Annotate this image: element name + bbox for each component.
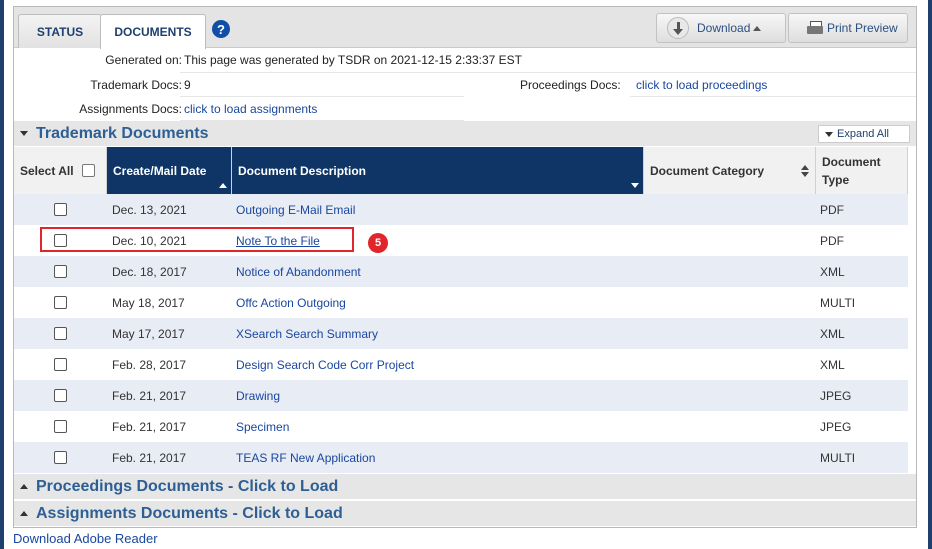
type-column-header[interactable]: Document Type [816,147,908,194]
row-description-link[interactable]: Offc Action Outgoing [236,287,346,318]
expand-section-icon [20,511,28,516]
expand-icon [825,131,833,137]
load-proceedings-link[interactable]: click to load proceedings [636,78,767,92]
table-row: Feb. 21, 2017 TEAS RF New Application MU… [14,442,908,473]
page-frame: STATUS DOCUMENTS ? Download Print Previe… [0,0,932,549]
row-description-link[interactable]: Outgoing E-Mail Email [236,194,355,225]
proceedings-documents-title: Proceedings Documents - Click to Load [36,477,339,495]
row-checkbox[interactable] [54,389,67,402]
row-checkbox[interactable] [54,296,67,309]
table-row: May 18, 2017 Offc Action Outgoing MULTI [14,287,908,318]
assignments-documents-header[interactable]: Assignments Documents - Click to Load [14,501,916,526]
printer-icon [807,21,823,35]
expand-section-icon [20,484,28,489]
type-header-label: Document Type [822,154,881,187]
row-type: PDF [820,202,844,217]
row-checkbox[interactable] [54,451,67,464]
trademark-documents-title: Trademark Documents [36,124,209,142]
sort-descending-icon [631,183,639,188]
row-type: JPEG [820,388,852,403]
row-date: Feb. 28, 2017 [112,357,187,372]
print-preview-label: Print Preview [827,21,898,35]
description-header-label: Document Description [238,163,367,178]
highlight-box [40,227,354,252]
row-description-link[interactable]: Design Search Code Corr Project [236,349,414,380]
row-type: XML [820,357,845,372]
row-date: Feb. 21, 2017 [112,419,187,434]
row-type: MULTI [820,450,856,465]
tab-documents[interactable]: DOCUMENTS [100,14,206,49]
generated-row: Generated on: This page was generated by… [14,49,916,73]
assignments-docs-label: Assignments Docs: [79,102,182,116]
row-type: JPEG [820,419,852,434]
step-badge: 5 [368,233,388,253]
row-description-link[interactable]: Specimen [236,411,289,442]
download-button[interactable]: Download [656,13,786,43]
table-row: Dec. 13, 2021 Outgoing E-Mail Email PDF [14,194,908,225]
collapse-icon [20,131,28,136]
row-checkbox[interactable] [54,358,67,371]
documents-panel: STATUS DOCUMENTS ? Download Print Previe… [13,6,917,528]
left-border [0,0,4,549]
row-date: Dec. 18, 2017 [112,264,187,279]
select-all-checkbox[interactable] [81,164,95,177]
download-icon [667,17,689,39]
tab-bar: STATUS DOCUMENTS ? Download Print Previe… [14,7,916,49]
row-checkbox[interactable] [54,265,67,278]
row-type: PDF [820,233,844,248]
row-type: XML [820,264,845,279]
row-date: Dec. 13, 2021 [112,202,187,217]
right-border [928,0,932,549]
generated-label: Generated on: [105,53,182,67]
download-label: Download [697,21,751,35]
print-preview-button[interactable]: Print Preview [788,13,908,43]
download-adobe-reader-link[interactable]: Download Adobe Reader [13,531,158,546]
row-description-link[interactable]: Notice of Abandonment [236,256,361,287]
description-column-header[interactable]: Document Description [232,147,644,194]
trademark-docs-value: 9 [184,78,191,92]
row-description-link[interactable]: XSearch Search Summary [236,318,378,349]
table-row: Feb. 28, 2017 Design Search Code Corr Pr… [14,349,908,380]
assignments-documents-title: Assignments Documents - Click to Load [36,504,343,522]
select-all-label: Select All [20,163,74,178]
table-row: Dec. 18, 2017 Notice of Abandonment XML [14,256,908,287]
expand-all-button[interactable]: Expand All [818,125,910,143]
row-date: May 17, 2017 [112,326,185,341]
generated-value: This page was generated by TSDR on 2021-… [184,53,522,67]
table-row: Feb. 21, 2017 Drawing JPEG [14,380,908,411]
row-type: MULTI [820,295,856,310]
date-header-label: Create/Mail Date [113,163,207,178]
category-column-header[interactable]: Document Category [644,147,816,194]
trademark-documents-header[interactable]: Trademark Documents Expand All [14,121,916,146]
row-description-link[interactable]: TEAS RF New Application [236,442,375,473]
table-row: May 17, 2017 XSearch Search Summary XML [14,318,908,349]
select-all-header: Select All [14,147,107,194]
help-icon[interactable]: ? [212,20,230,38]
caret-up-icon [753,25,762,31]
assignments-row: Assignments Docs: click to load assignme… [14,97,916,121]
load-assignments-link[interactable]: click to load assignments [184,102,317,116]
docs-count-row: Trademark Docs: 9 Proceedings Docs: clic… [14,73,916,97]
sort-ascending-icon [219,183,227,188]
row-checkbox[interactable] [54,420,67,433]
row-date: Feb. 21, 2017 [112,388,187,403]
trademark-docs-label: Trademark Docs: [90,78,182,92]
sort-icon [801,165,809,177]
row-date: May 18, 2017 [112,295,185,310]
category-header-label: Document Category [650,163,765,178]
row-checkbox[interactable] [54,203,67,216]
tab-status[interactable]: STATUS [18,14,102,48]
row-type: XML [820,326,845,341]
table-row: Feb. 21, 2017 Specimen JPEG [14,411,908,442]
expand-all-label: Expand All [837,128,889,140]
documents-table-header: Select All Create/Mail Date Document Des… [14,147,908,194]
row-checkbox[interactable] [54,327,67,340]
row-description-link[interactable]: Drawing [236,380,280,411]
proceedings-docs-label: Proceedings Docs: [520,78,621,92]
proceedings-documents-header[interactable]: Proceedings Documents - Click to Load [14,474,916,499]
row-date: Feb. 21, 2017 [112,450,187,465]
date-column-header[interactable]: Create/Mail Date [107,147,232,194]
